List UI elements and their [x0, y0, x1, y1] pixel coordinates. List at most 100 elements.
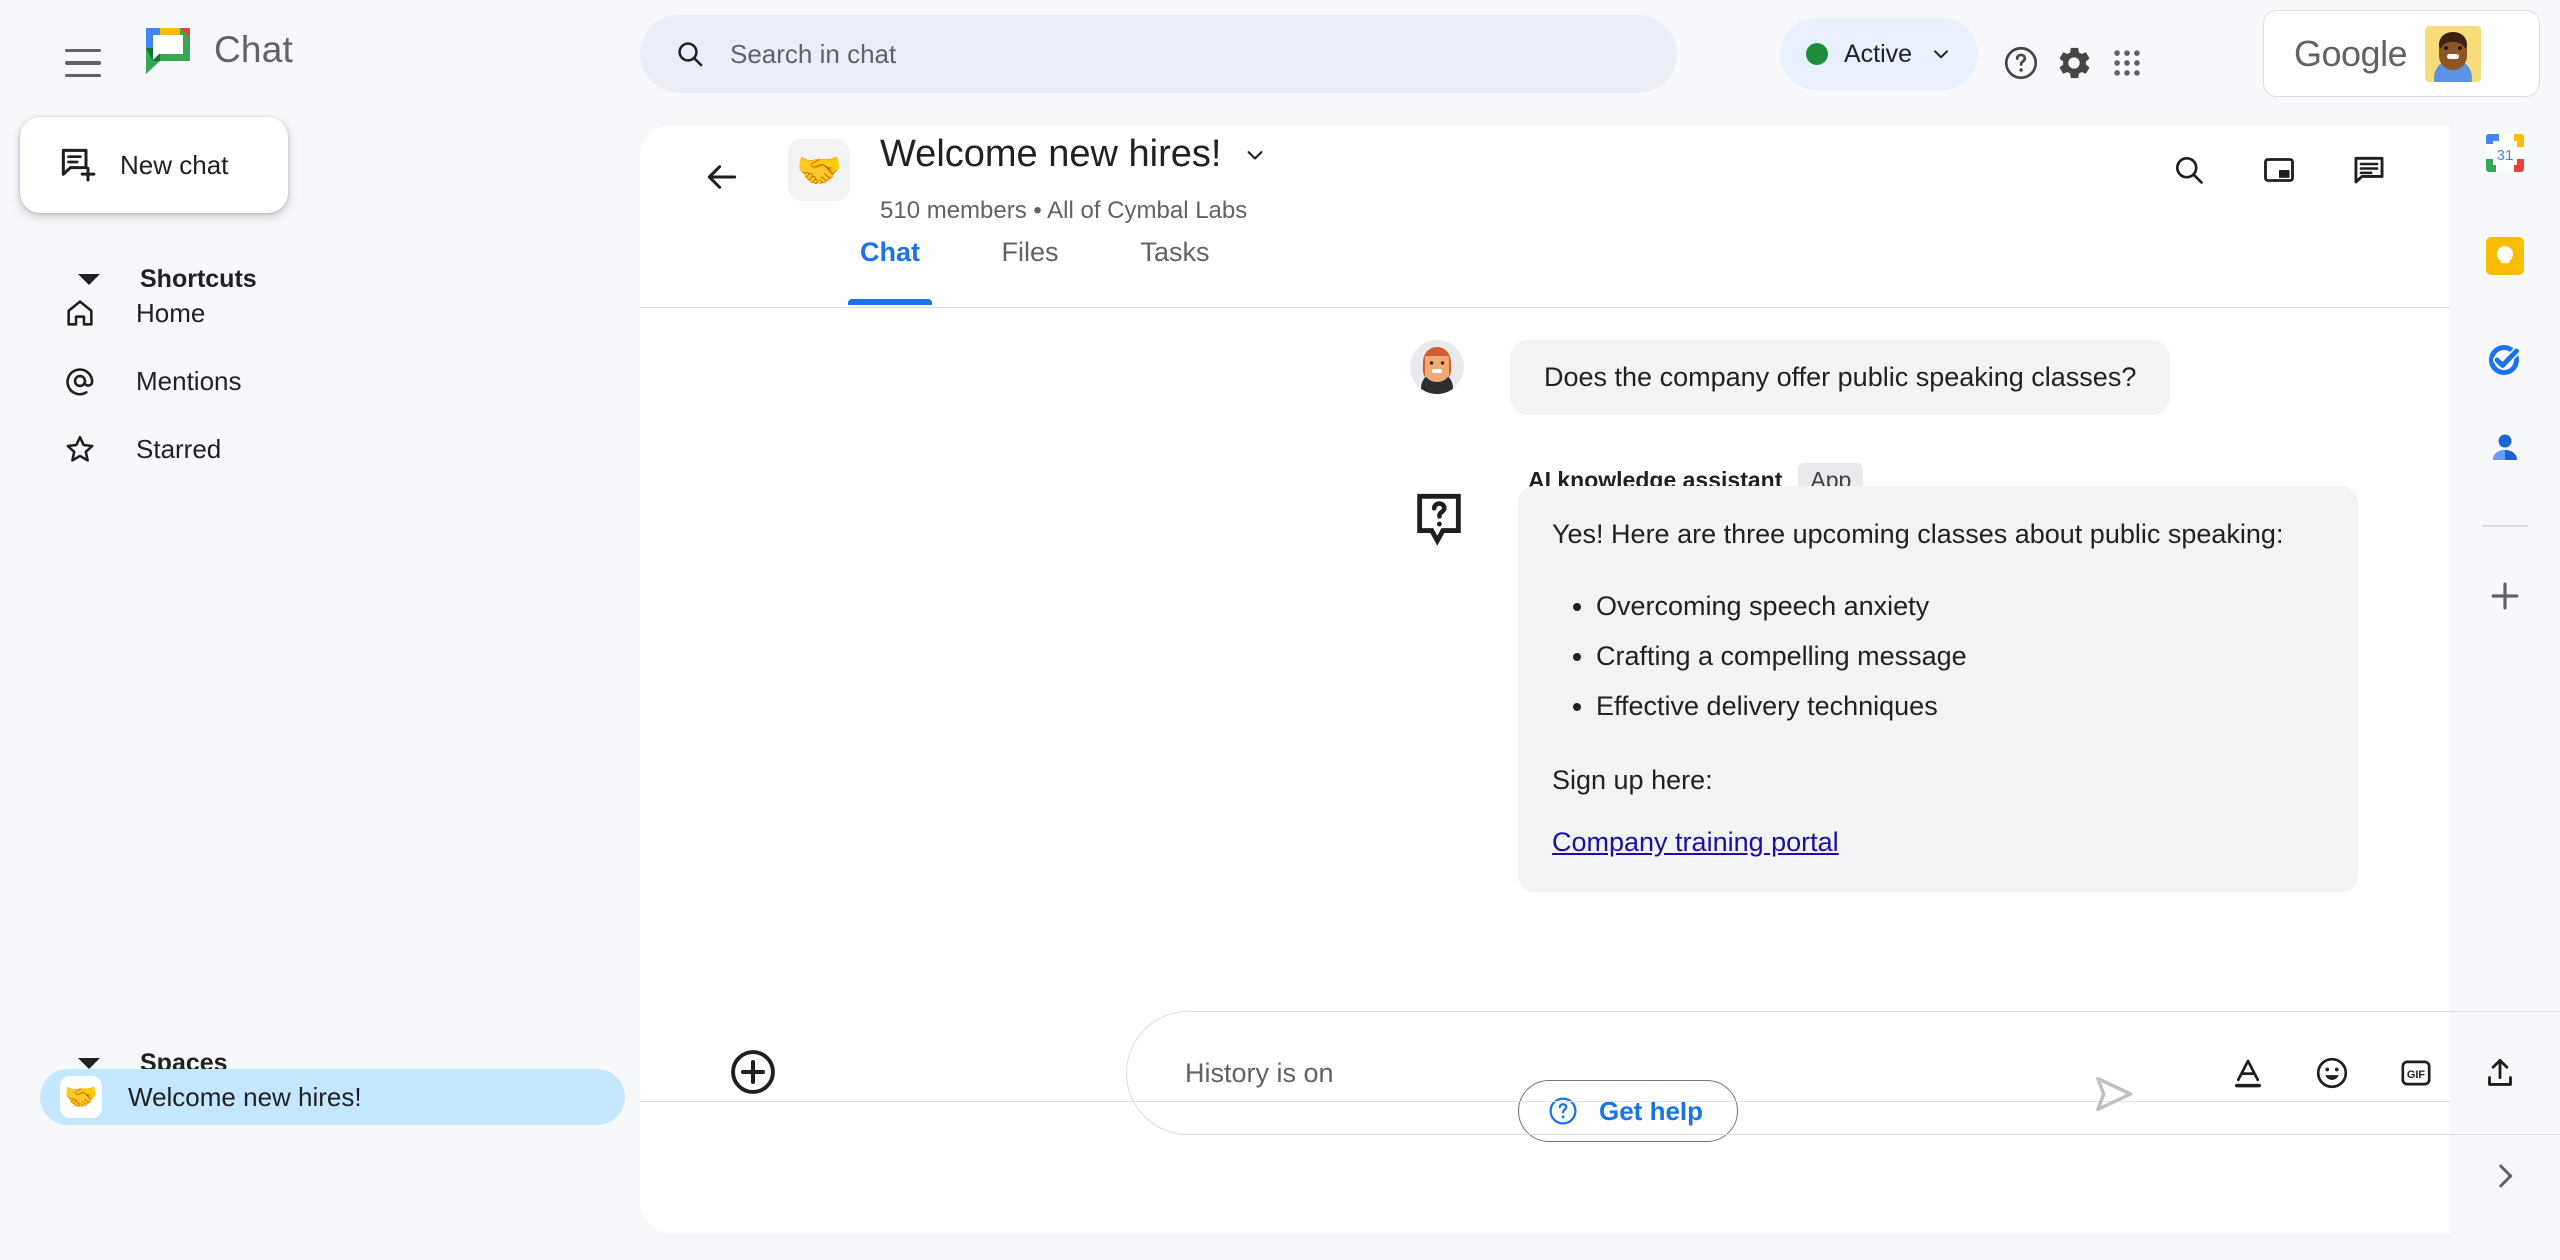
space-avatar: 🤝 — [788, 139, 850, 201]
star-icon — [60, 432, 100, 466]
send-button[interactable] — [2088, 1068, 2140, 1120]
chat-tabs: Chat Files Tasks — [640, 237, 2450, 305]
list-item: Crafting a compelling message — [1596, 632, 2324, 682]
avatar — [2425, 25, 2482, 82]
chat-header: 🤝 Welcome new hires! 510 members • All o… — [640, 125, 2450, 231]
top-bar: Chat Search in chat Active Google — [0, 0, 2560, 125]
open-chat-panel-button[interactable] — [2338, 139, 2400, 201]
google-tasks-button[interactable] — [2474, 328, 2536, 390]
tab-files[interactable]: Files — [970, 237, 1090, 305]
tasks-check-icon — [2489, 345, 2521, 375]
send-icon — [2096, 1076, 2133, 1112]
handshake-icon: 🤝 — [60, 1076, 102, 1118]
gif-button[interactable]: GIF — [2392, 1049, 2440, 1097]
page-title: Welcome new hires! — [880, 133, 1222, 175]
tab-chat[interactable]: Chat — [830, 237, 950, 305]
chevron-right-icon — [2499, 1164, 2513, 1188]
back-arrow-icon — [707, 165, 737, 189]
space-subtitle: 510 members • All of Cymbal Labs — [880, 197, 1248, 224]
plus-icon — [2491, 582, 2519, 610]
at-mention-icon — [60, 364, 100, 398]
company-training-portal-link[interactable]: Company training portal — [1552, 827, 1839, 858]
calendar-31-icon: 31 — [2486, 134, 2524, 172]
text-format-icon — [2235, 1059, 2261, 1088]
message-text: Does the company offer public speaking c… — [1510, 340, 2171, 415]
google-contacts-button[interactable] — [2474, 417, 2536, 479]
google-wordmark: Google — [2294, 32, 2408, 74]
new-chat-icon — [61, 148, 96, 182]
apps-grid-icon — [2114, 50, 2140, 76]
emoji-button[interactable] — [2308, 1049, 2356, 1097]
plus-circle-icon — [731, 1050, 775, 1094]
space-title-button[interactable]: Welcome new hires! — [880, 133, 1269, 176]
help-circle-icon — [2004, 46, 2038, 80]
sidebar-item-label: Mentions — [136, 365, 242, 396]
sidebar-item-label: Home — [136, 297, 206, 328]
home-icon — [60, 296, 100, 330]
chat-header-actions — [2158, 139, 2400, 201]
status-label: Active — [1844, 39, 1913, 68]
pip-icon — [2264, 158, 2294, 182]
sidebar-item-label: Starred — [136, 433, 222, 464]
google-apps-button[interactable] — [2096, 32, 2158, 94]
search-in-space-button[interactable] — [2158, 139, 2220, 201]
search-placeholder: Search in chat — [730, 38, 897, 69]
app-title: Chat — [214, 29, 293, 70]
keep-bulb-icon — [2486, 237, 2524, 275]
svg-text:31: 31 — [2497, 147, 2514, 164]
chat-bubble-icon — [2354, 156, 2384, 184]
tab-label: Tasks — [1140, 237, 1210, 267]
avatar — [1410, 340, 1464, 394]
format-text-button[interactable] — [2224, 1049, 2272, 1097]
brand: Chat — [142, 24, 293, 76]
search-input[interactable]: Search in chat — [640, 15, 1677, 93]
message-user: Does the company offer public speaking c… — [1410, 340, 2171, 415]
add-app-button[interactable] — [2474, 565, 2536, 627]
gif-icon: GIF — [2401, 1060, 2431, 1086]
google-keep-button[interactable] — [2474, 225, 2536, 287]
search-icon — [678, 42, 703, 67]
message-bullet-list: Overcoming speech anxiety Crafting a com… — [1596, 582, 2324, 732]
picture-in-picture-button[interactable] — [2248, 139, 2310, 201]
sidebar-item-welcome-new-hires[interactable]: 🤝 Welcome new hires! — [40, 1069, 625, 1125]
question-bubble-icon — [1410, 490, 1468, 548]
hamburger-menu-icon[interactable] — [52, 32, 114, 94]
contacts-person-icon — [2493, 434, 2517, 460]
message-app-bubble: Yes! Here are three upcoming classes abo… — [1518, 486, 2358, 892]
chevron-down-icon — [1247, 150, 1263, 160]
tab-label: Chat — [860, 237, 920, 267]
message-input-placeholder: History is on — [1185, 1057, 1334, 1088]
google-chat-logo-icon — [142, 24, 194, 76]
sidebar-item-starred[interactable]: Starred — [12, 421, 572, 477]
list-item: Effective delivery techniques — [1596, 682, 2324, 732]
chevron-down-icon — [1934, 50, 1949, 59]
add-attachment-button[interactable] — [725, 1044, 781, 1100]
emoji-smiley-icon — [2316, 1057, 2348, 1089]
tab-label: Files — [1001, 237, 1059, 267]
sidebar: New chat Shortcuts Home Mentions Starred… — [0, 117, 640, 1260]
status-chip[interactable]: Active — [1780, 18, 1979, 90]
sidebar-item-home[interactable]: Home — [12, 285, 572, 341]
message-intro: Yes! Here are three upcoming classes abo… — [1552, 519, 2284, 549]
sidebar-item-mentions[interactable]: Mentions — [12, 353, 572, 409]
new-chat-button[interactable]: New chat — [20, 117, 288, 213]
svg-text:GIF: GIF — [2407, 1069, 2426, 1081]
message-signup-text: Sign up here: — [1552, 765, 1713, 796]
list-item: Overcoming speech anxiety — [1596, 582, 2324, 632]
tab-active-underline — [848, 299, 932, 305]
gear-icon — [2059, 47, 2090, 79]
side-panel-rail: 31 — [2450, 125, 2560, 1260]
caret-down-icon — [78, 273, 100, 285]
tab-tasks[interactable]: Tasks — [1110, 237, 1240, 305]
status-dot — [1806, 43, 1828, 65]
caret-down-icon — [78, 1057, 100, 1069]
search-icon — [2175, 156, 2203, 184]
rail-divider — [2482, 525, 2528, 527]
account-button[interactable]: Google — [2263, 10, 2540, 97]
message-list: Does the company offer public speaking c… — [640, 308, 2450, 1142]
message-input[interactable]: History is on GIF — [1126, 1011, 2560, 1135]
expand-panel-button[interactable] — [2474, 1145, 2536, 1207]
google-calendar-button[interactable]: 31 — [2474, 122, 2536, 184]
back-button[interactable] — [690, 145, 754, 209]
new-chat-label: New chat — [120, 149, 229, 180]
